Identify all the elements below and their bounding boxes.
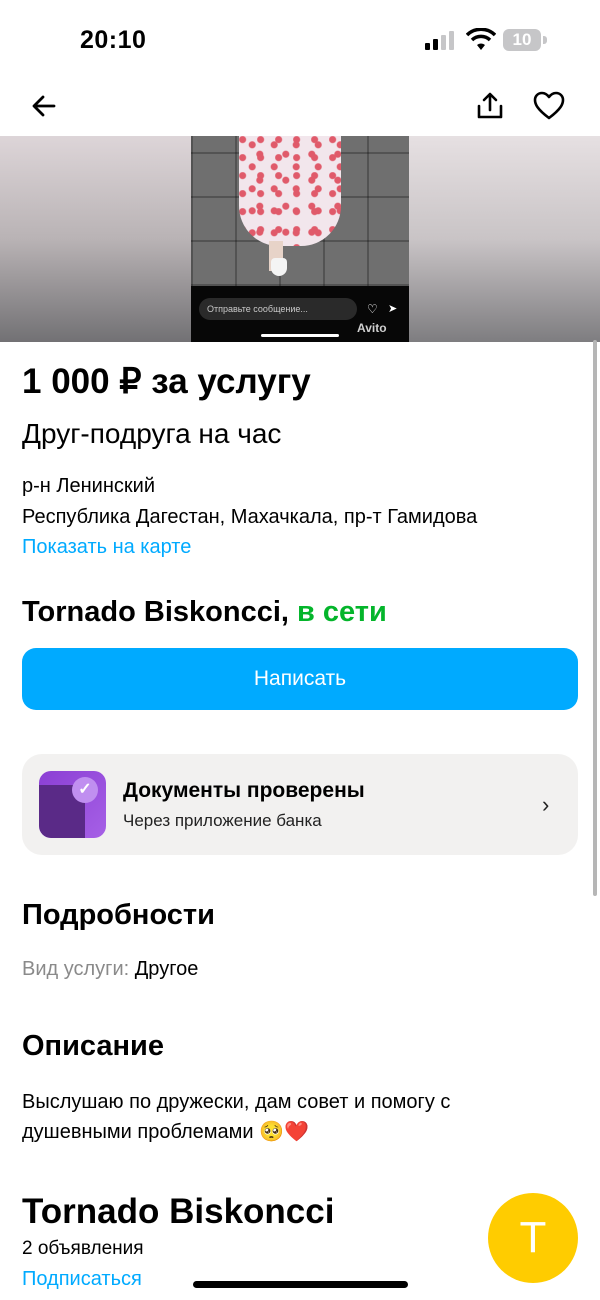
seller-online-status: в сети xyxy=(297,596,387,628)
home-indicator xyxy=(193,1281,408,1288)
wifi-icon xyxy=(466,28,496,50)
seller-header-name: Tornado Biskoncci, xyxy=(22,596,289,628)
story-home-indicator xyxy=(261,334,339,337)
documents-verified-card[interactable]: ✓ Документы проверены Через приложение б… xyxy=(22,754,578,855)
avito-watermark: Avito xyxy=(357,321,387,335)
listing-district: р-н Ленинский xyxy=(22,475,155,497)
share-icon xyxy=(477,92,503,119)
seller-name[interactable]: Tornado Biskoncci xyxy=(22,1192,334,1232)
battery-cap xyxy=(543,36,547,44)
write-message-button[interactable]: Написать xyxy=(22,648,578,710)
photo-shoe xyxy=(271,258,287,276)
heart-icon xyxy=(533,91,565,120)
show-on-map-link[interactable]: Показать на карте xyxy=(22,536,191,559)
checkmark-icon: ✓ xyxy=(72,777,98,803)
listing-title: Друг-подруга на час xyxy=(22,418,282,449)
nav-bar xyxy=(0,80,600,136)
listing-photo[interactable]: Отправьте сообщение... ♡ ➤ Avito xyxy=(0,136,600,342)
listing-address: Республика Дагестан, Махачкала, пр-т Гам… xyxy=(22,506,478,528)
status-time: 20:10 xyxy=(80,26,147,54)
photo-main: Отправьте сообщение... ♡ ➤ Avito xyxy=(191,136,409,342)
chevron-right-icon: › xyxy=(542,792,550,817)
favorite-button[interactable] xyxy=(529,86,569,126)
share-button[interactable] xyxy=(470,86,510,126)
story-heart-icon: ♡ xyxy=(367,302,378,316)
photo-blur-left xyxy=(0,136,191,342)
seller-avatar[interactable]: T xyxy=(488,1193,578,1283)
documents-verified-title: Документы проверены xyxy=(123,779,365,802)
seller-header[interactable]: Tornado Biskoncci, в сети xyxy=(22,596,387,629)
battery-level: 10 xyxy=(503,29,541,51)
cellular-signal-icon xyxy=(425,31,454,50)
service-type-row: Вид услуги: Другое xyxy=(22,958,198,981)
service-type-value: Другое xyxy=(134,958,199,980)
description-text: Выслушаю по дружески, дам совет и помогу… xyxy=(22,1091,451,1143)
documents-verified-subtitle: Через приложение банка xyxy=(123,811,322,830)
listing-price: 1 000 ₽ за услугу xyxy=(22,362,311,401)
details-heading: Подробности xyxy=(22,899,215,931)
service-type-label: Вид услуги: xyxy=(22,958,135,980)
back-button[interactable] xyxy=(24,86,64,126)
photo-dress xyxy=(239,136,341,246)
arrow-left-icon xyxy=(32,95,56,117)
status-bar: 20:10 10 xyxy=(0,0,600,80)
scroll-indicator xyxy=(593,340,597,896)
story-send-icon: ➤ xyxy=(388,303,398,315)
seller-ads-count: 2 объявления xyxy=(22,1238,144,1259)
description-heading: Описание xyxy=(22,1030,164,1062)
photo-blur-right xyxy=(409,136,600,342)
subscribe-link[interactable]: Подписаться xyxy=(22,1268,142,1291)
story-message-input: Отправьте сообщение... xyxy=(199,298,357,320)
verified-document-icon: ✓ xyxy=(39,771,106,838)
